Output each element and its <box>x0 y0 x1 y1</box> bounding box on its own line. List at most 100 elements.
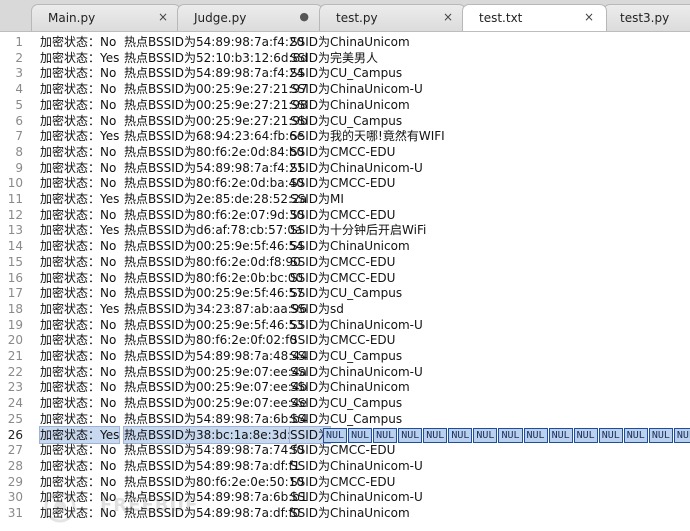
bssid-text: 热点BSSID为2e:85:de:28:52:2a <box>124 192 308 206</box>
bssid-text: 热点BSSID为54:89:98:7a:f4:21 <box>124 160 305 175</box>
ssid-text: SSID为CMCC-EDU <box>290 207 396 222</box>
ssid-text: SSID为我的天哪!竟然有WIFI <box>290 129 445 144</box>
nul-char: NUL <box>573 427 598 443</box>
editor-line[interactable]: 21 加密状态：No 热点BSSID为54:89:98:7a:48:44 SSID为C… <box>0 348 690 364</box>
editor-line[interactable]: 25 加密状态：No 热点BSSID为54:89:98:7a:6b:b4 SSID为C… <box>0 411 690 427</box>
close-icon[interactable]: × <box>443 10 453 24</box>
ssid-text: SSID为CU_Campus <box>290 396 403 411</box>
encryption-status: 加密状态：No <box>40 254 117 269</box>
line-number: 7 <box>15 129 23 144</box>
line-number: 17 <box>7 286 23 301</box>
nul-char: NUL <box>373 427 398 443</box>
line-number: 25 <box>7 411 23 426</box>
editor-line[interactable]: 12 加密状态：No 热点BSSID为80:f6:2e:07:9d:30 SSID为C… <box>0 207 690 223</box>
editor-line[interactable]: 19 加密状态：No 热点BSSID为00:25:9e:5f:46:53 SSID为C… <box>0 317 690 333</box>
editor-line[interactable]: 28 加密状态：No 热点BSSID为54:89:98:7a:df:f1 SSID为C… <box>0 458 690 474</box>
ssid-text: SSID为CU_Campus <box>290 411 403 426</box>
editor-line[interactable]: 11 加密状态：Yes 热点BSSID为2e:85:de:28:52:2a SSID为… <box>0 191 690 207</box>
editor-line[interactable]: 6 加密状态：No 热点BSSID为00:25:9e:27:21:9b SSID为CU… <box>0 113 690 129</box>
encryption-status: 加密状态：No <box>40 239 117 254</box>
line-number: 28 <box>7 458 23 473</box>
ssid-text: SSID为ChinaUnicom <box>290 239 410 254</box>
encryption-status: 加密状态：Yes <box>40 301 120 316</box>
bssid-text: 热点BSSID为00:25:9e:5f:46:57 <box>124 286 304 301</box>
encryption-status: 加密状态：Yes <box>38 425 121 444</box>
line-number: 24 <box>7 396 23 411</box>
close-icon[interactable]: × <box>158 10 168 24</box>
line-number: 30 <box>7 490 23 505</box>
line-number: 18 <box>7 301 23 316</box>
nul-char: NUL <box>498 427 523 443</box>
bssid-text: 热点BSSID为00:25:9e:27:21:97 <box>124 82 308 97</box>
line-number: 6 <box>15 113 23 128</box>
bssid-text: 热点BSSID为d6:af:78:cb:57:0a <box>124 223 303 238</box>
line-number: 5 <box>15 97 23 112</box>
encryption-status: 加密状态：Yes <box>40 50 120 65</box>
editor-line[interactable]: 16 加密状态：No 热点BSSID为80:f6:2e:0b:bc:00 SSID为C… <box>0 270 690 286</box>
line-number: 3 <box>15 66 23 81</box>
nul-char: NUL <box>673 427 690 443</box>
editor-line[interactable]: 4 加密状态：No 热点BSSID为00:25:9e:27:21:97 SSID为Ch… <box>0 81 690 97</box>
bssid-text: 热点BSSID为54:89:98:7a:6b:b4 <box>124 411 308 426</box>
bssid-text: 热点BSSID为38:bc:1a:8e:3d:34 <box>122 425 308 444</box>
editor-line[interactable]: 5 加密状态：No 热点BSSID为00:25:9e:27:21:98 SSID为Ch… <box>0 97 690 113</box>
editor-line[interactable]: 26 加密状态：Yes 热点BSSID为38:bc:1a:8e:3d:34 SSID为… <box>0 425 690 444</box>
encryption-status: 加密状态：No <box>40 176 117 191</box>
editor-line[interactable]: 10 加密状态：No 热点BSSID为80:f6:2e:0d:ba:40 SSID为C… <box>0 175 690 191</box>
ssid-text: SSID为CMCC-EDU <box>290 144 396 159</box>
bssid-text: 热点BSSID为80:f6:2e:0f:02:f0 <box>124 333 297 348</box>
editor-line[interactable]: 23 加密状态：No 热点BSSID为00:25:9e:07:ee:4b SSID为C… <box>0 379 690 395</box>
ssid-text: SSID为CMCC-EDU <box>290 254 396 269</box>
ssid-text: SSID为ChinaUnicom-U <box>290 82 423 97</box>
tab-test-py[interactable]: test.py × <box>319 4 466 31</box>
line-number: 22 <box>7 364 23 379</box>
ssid-text: SSID为CMCC-EDU <box>290 270 396 285</box>
bssid-text: 热点BSSID为00:25:9e:07:ee:4b <box>124 380 308 395</box>
line-number: 8 <box>15 144 23 159</box>
editor-line[interactable]: 18 加密状态：Yes 热点BSSID为34:23:87:ab:aa:96 SSID为… <box>0 301 690 317</box>
editor-line[interactable]: 20 加密状态：No 热点BSSID为80:f6:2e:0f:02:f0 SSID为C… <box>0 332 690 348</box>
editor-line[interactable]: 9 加密状态：No 热点BSSID为54:89:98:7a:f4:21 SSID为Ch… <box>0 160 690 176</box>
editor-line[interactable]: 2 加密状态：Yes 热点BSSID为52:10:b3:12:6d:8d SSID为完… <box>0 50 690 66</box>
encryption-status: 加密状态：No <box>40 396 117 411</box>
editor-line[interactable]: 22 加密状态：No 热点BSSID为00:25:9e:07:ee:4a SSID为C… <box>0 364 690 380</box>
bssid-text: 热点BSSID为54:89:98:7a:f4:24 <box>124 66 305 81</box>
line-number: 11 <box>7 192 23 206</box>
tab-test-txt[interactable]: test.txt × <box>462 4 607 31</box>
editor-line[interactable]: 13 加密状态：Yes 热点BSSID为d6:af:78:cb:57:0a SSID为… <box>0 222 690 238</box>
line-number: 4 <box>15 82 23 97</box>
editor-line[interactable]: 7 加密状态：Yes 热点BSSID为68:94:23:64:fb:6e SSID为我… <box>0 128 690 144</box>
encryption-status: 加密状态：No <box>40 144 117 159</box>
encryption-status: 加密状态：No <box>40 97 117 112</box>
close-icon[interactable]: × <box>584 10 594 24</box>
editor-line[interactable]: 24 加密状态：No 热点BSSID为00:25:9e:07:ee:4e SSID为C… <box>0 395 690 411</box>
tab-judge-py[interactable]: Judge.py ● <box>177 4 323 31</box>
encryption-status: 加密状态：No <box>40 66 117 81</box>
nul-char: NUL <box>398 427 423 443</box>
bssid-text: 热点BSSID为80:f6:2e:0d:84:b0 <box>124 144 305 159</box>
ssid-text: SSID为完美男人 <box>290 50 379 65</box>
tab-main-py[interactable]: Main.py × <box>31 4 181 31</box>
editor-line[interactable]: 14 加密状态：No 热点BSSID为00:25:9e:5f:46:54 SSID为C… <box>0 238 690 254</box>
nul-char: NUL <box>423 427 448 443</box>
editor-line[interactable]: 17 加密状态：No 热点BSSID为00:25:9e:5f:46:57 SSID为C… <box>0 285 690 301</box>
text-editor[interactable]: 1 加密状态：No 热点BSSID为54:89:98:7a:f4:20 SSID为Ch… <box>0 32 690 529</box>
editor-line[interactable]: 15 加密状态：No 热点BSSID为80:f6:2e:0d:f8:90 SSID为C… <box>0 254 690 270</box>
bssid-text: 热点BSSID为00:25:9e:5f:46:54 <box>124 239 304 254</box>
unsaved-dot-icon[interactable]: ● <box>299 10 309 23</box>
tab-label: Judge.py <box>194 11 247 25</box>
bssid-text: 热点BSSID为00:25:9e:27:21:98 <box>124 97 308 112</box>
line-number: 14 <box>7 239 23 254</box>
encryption-status: 加密状态：No <box>40 207 117 222</box>
editor-line[interactable]: 27 加密状态：No 热点BSSID为54:89:98:7a:74:f0 SSID为C… <box>0 442 690 458</box>
editor-line[interactable]: 8 加密状态：No 热点BSSID为80:f6:2e:0d:84:b0 SSID为CM… <box>0 144 690 160</box>
editor-line[interactable]: 3 加密状态：No 热点BSSID为54:89:98:7a:f4:24 SSID为CU… <box>0 65 690 81</box>
editor-line[interactable]: 1 加密状态：No 热点BSSID为54:89:98:7a:f4:20 SSID为Ch… <box>0 34 690 50</box>
tab-test3-py[interactable]: test3.py <box>603 4 690 31</box>
encryption-status: 加密状态：No <box>40 458 117 473</box>
line-number: 23 <box>7 380 23 395</box>
encryption-status: 加密状态：No <box>40 270 117 285</box>
watermark: FREEBUF <box>40 487 200 527</box>
ssid-text: SSID为ChinaUnicom-U <box>290 160 423 175</box>
line-number: 19 <box>7 317 23 332</box>
